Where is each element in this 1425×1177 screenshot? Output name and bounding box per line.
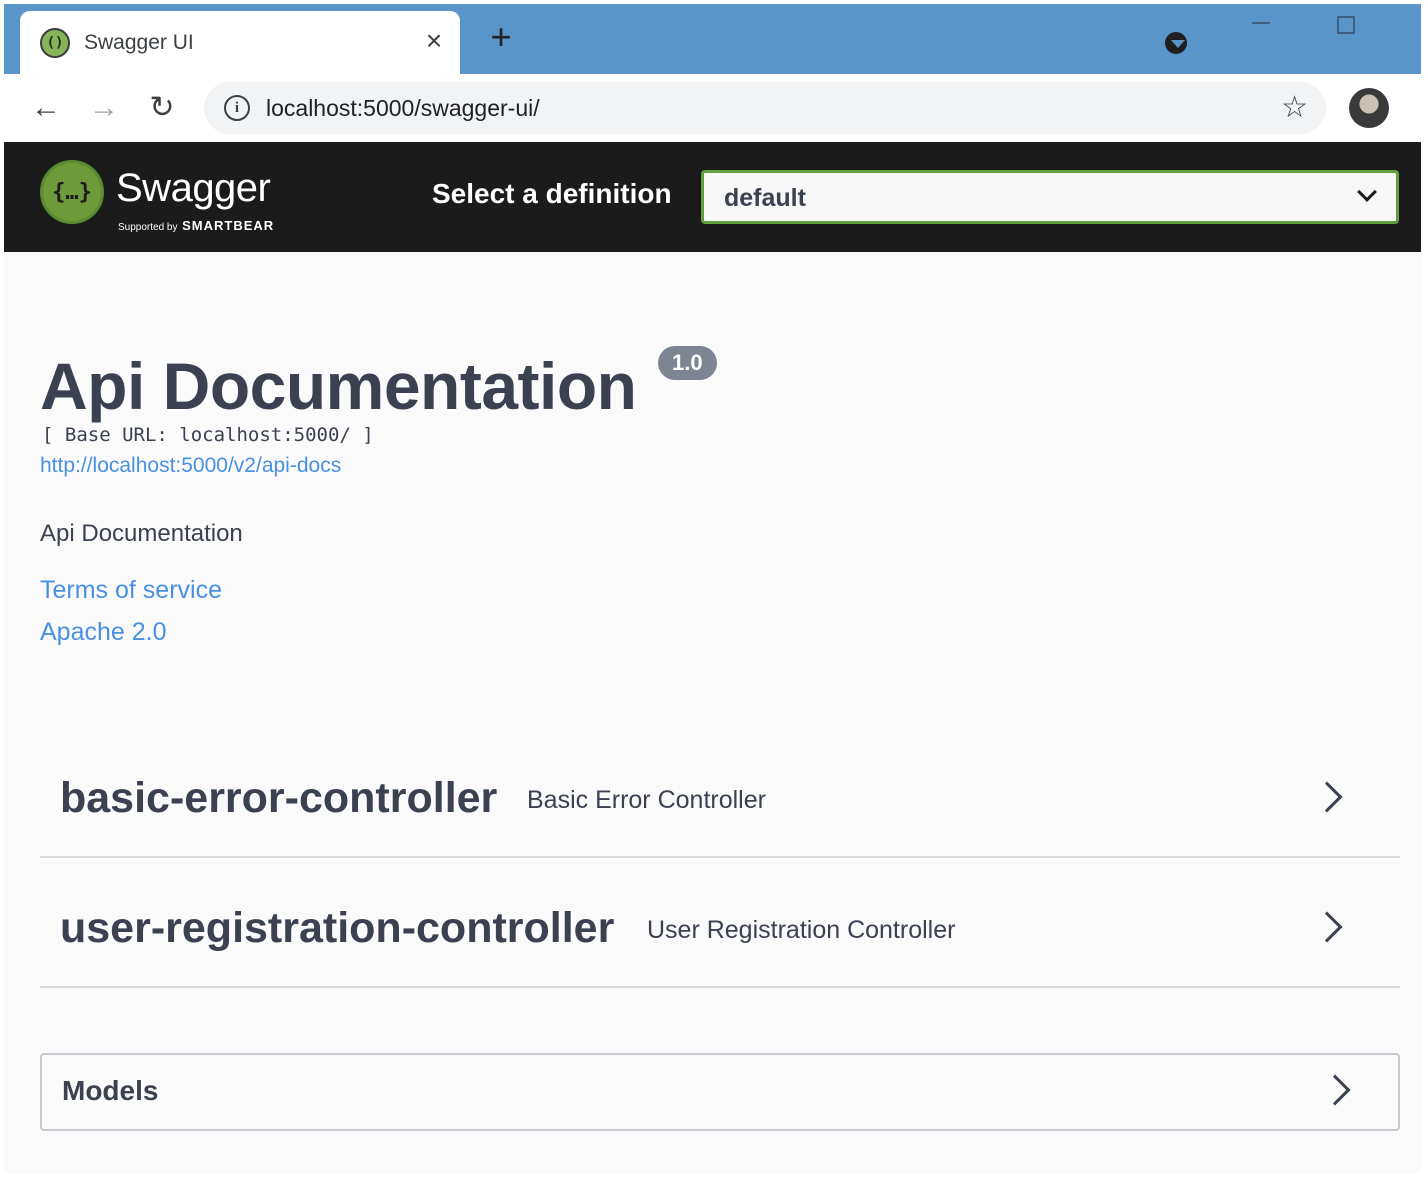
chevron-right-icon[interactable] <box>1319 1074 1351 1106</box>
swagger-favicon-icon: () <box>40 28 70 58</box>
close-icon[interactable]: × <box>420 25 448 57</box>
minimize-icon[interactable] <box>1252 22 1270 24</box>
browser-toolbar: ← → ↻ i localhost:5000/swagger-ui/ ☆ <box>4 74 1421 142</box>
url-text[interactable]: localhost:5000/swagger-ui/ <box>266 95 540 122</box>
maximize-icon[interactable] <box>1337 16 1355 34</box>
api-title: Api Documentation <box>40 349 637 423</box>
arrow-right-icon[interactable]: → <box>84 88 124 128</box>
tag-name[interactable]: basic-error-controller <box>60 774 497 823</box>
api-description: Api Documentation <box>40 520 243 547</box>
reload-icon[interactable]: ↻ <box>142 88 182 128</box>
chevron-right-icon[interactable] <box>1311 911 1343 943</box>
swagger-brand[interactable]: Swagger <box>116 166 271 211</box>
definition-select[interactable]: default <box>701 170 1399 224</box>
tag-description: User Registration Controller <box>647 916 956 944</box>
license-link[interactable]: Apache 2.0 <box>40 618 167 647</box>
version-badge: 1.0 <box>658 346 717 380</box>
definition-label: Select a definition <box>432 178 672 209</box>
info-icon[interactable]: i <box>224 95 250 121</box>
tag-section-basic-error-controller[interactable]: basic-error-controller Basic Error Contr… <box>40 748 1400 858</box>
browser-titlebar: () Swagger UI × + <box>4 4 1421 74</box>
definition-select-value: default <box>724 184 806 212</box>
tag-name[interactable]: user-registration-controller <box>60 904 614 953</box>
base-url: [ Base URL: localhost:5000/ ] <box>42 424 374 446</box>
tab-title: Swagger UI <box>84 31 194 54</box>
star-icon[interactable]: ☆ <box>1281 90 1308 126</box>
models-title[interactable]: Models <box>62 1075 158 1107</box>
chevron-right-icon[interactable] <box>1311 781 1343 813</box>
swagger-topbar: {…} Swagger Supported by SMARTBEAR Selec… <box>4 142 1421 252</box>
swagger-logo-icon[interactable]: {…} <box>40 160 104 224</box>
address-bar[interactable]: i localhost:5000/swagger-ui/ ☆ <box>204 82 1326 134</box>
smartbear-text: SMARTBEAR <box>182 218 275 233</box>
tab-search-icon[interactable] <box>1162 29 1190 57</box>
swagger-content: Api Documentation 1.0 [ Base URL: localh… <box>4 252 1421 1173</box>
tag-section-user-registration-controller[interactable]: user-registration-controller User Regist… <box>40 878 1400 988</box>
tag-description: Basic Error Controller <box>527 786 766 814</box>
smartbear-tagline: Supported by SMARTBEAR <box>118 218 274 233</box>
browser-tab[interactable]: () Swagger UI × <box>20 11 460 74</box>
plus-icon[interactable]: + <box>486 19 516 55</box>
supported-by-text: Supported by <box>118 222 178 233</box>
arrow-left-icon[interactable]: ← <box>26 88 66 128</box>
chevron-down-icon <box>1357 182 1377 202</box>
avatar[interactable] <box>1349 88 1389 128</box>
models-section[interactable]: Models <box>40 1053 1400 1131</box>
terms-of-service-link[interactable]: Terms of service <box>40 576 222 605</box>
spec-url-link[interactable]: http://localhost:5000/v2/api-docs <box>40 454 341 478</box>
